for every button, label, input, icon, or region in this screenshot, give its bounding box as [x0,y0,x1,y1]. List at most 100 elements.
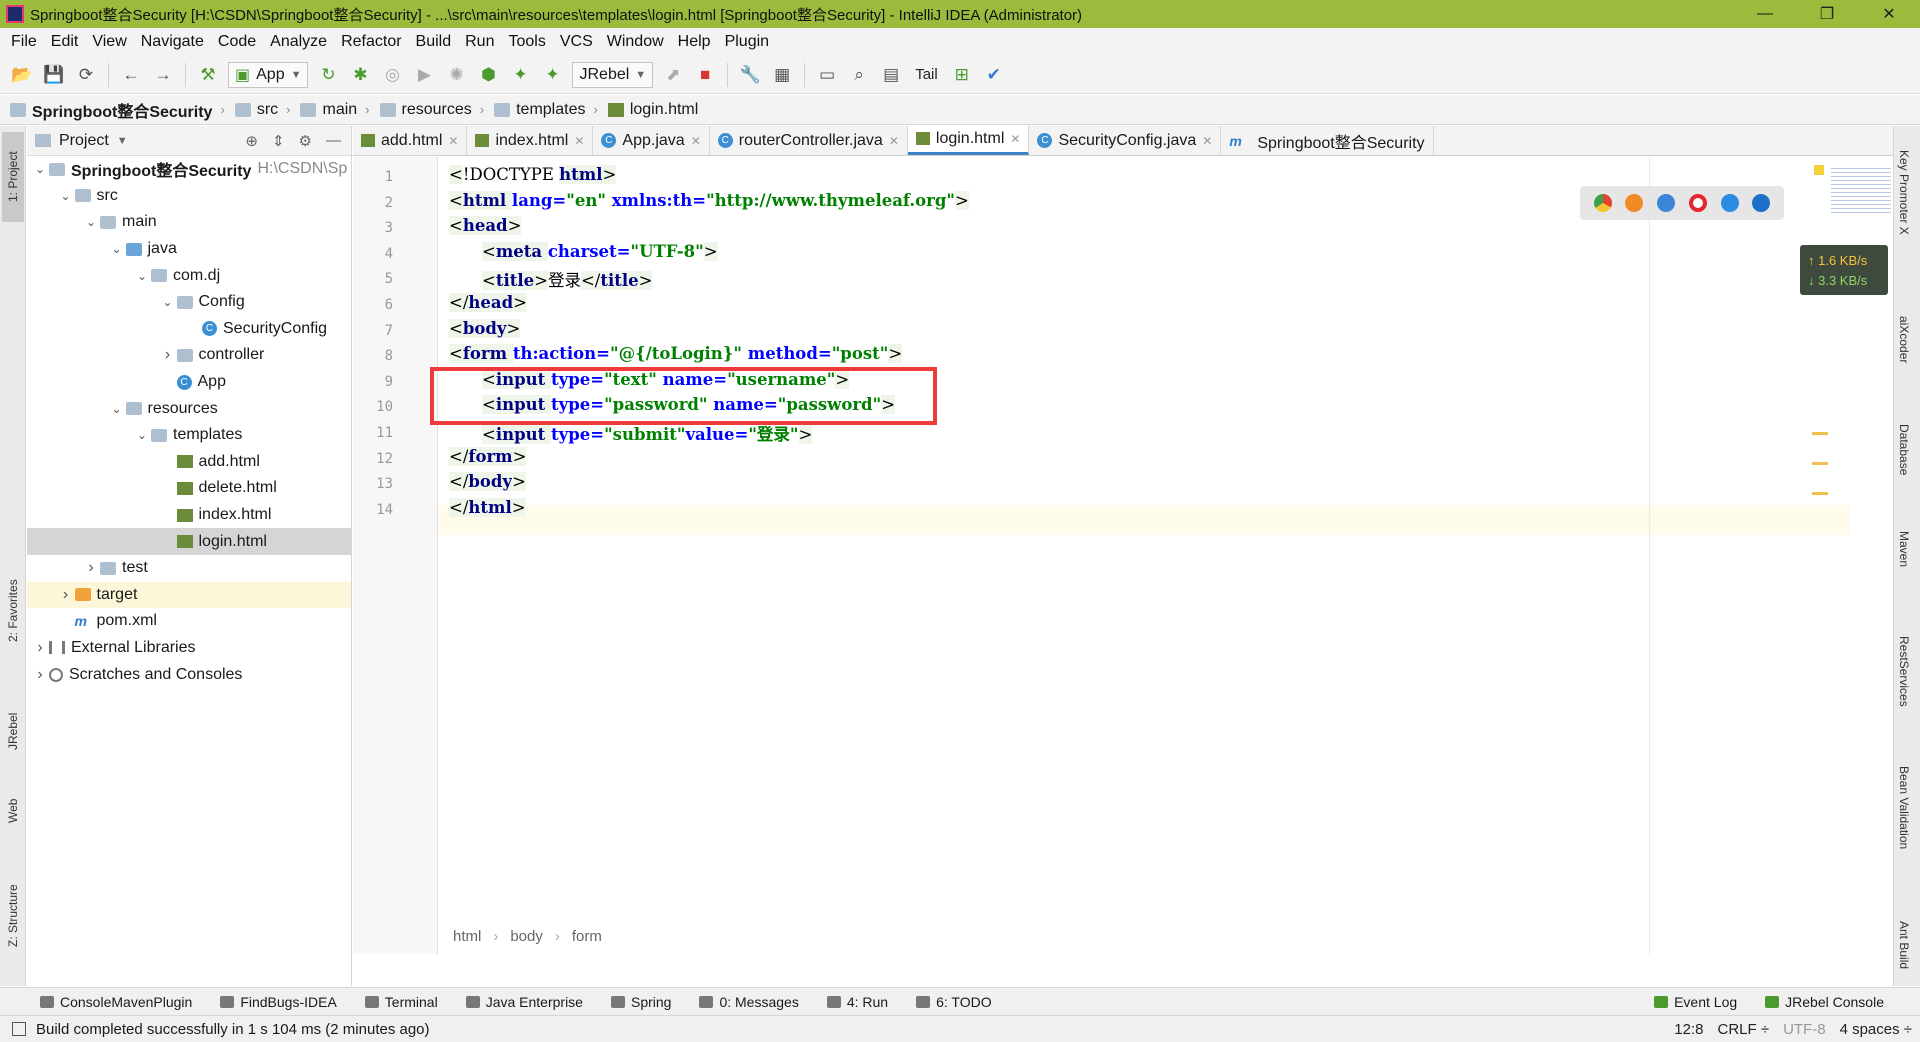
hide-icon[interactable]: — [326,132,341,150]
build-hammer-icon[interactable]: ⚒ [195,62,221,88]
minimap[interactable] [1831,165,1891,215]
expanded-arrow-icon[interactable]: ⌄ [108,402,126,416]
rerun-icon[interactable]: ↻ [315,62,341,88]
run-with-icon[interactable]: ⬢ [475,62,501,88]
expanded-arrow-icon[interactable]: ⌄ [159,295,177,309]
menu-run[interactable]: Run [465,33,494,51]
tool-tab-jrebel[interactable]: JRebel [2,696,24,766]
menu-edit[interactable]: Edit [51,33,79,51]
close-icon[interactable]: ✕ [691,134,701,148]
tree-item[interactable]: › controller [27,342,351,369]
expanded-arrow-icon[interactable]: ⌄ [133,269,151,283]
caret-position[interactable]: 12:8 [1674,1021,1703,1038]
editor-tab[interactable]: m Springboot整合Security [1221,126,1434,155]
editor-crumb-html[interactable]: html [453,928,481,945]
tree-item[interactable]: › External Libraries [27,635,351,662]
close-icon[interactable]: ✕ [1010,132,1020,146]
edge-icon[interactable] [1752,194,1771,212]
code-line[interactable]: <html lang="en" xmlns:th="http://www.thy… [449,190,969,210]
code-line[interactable]: <!DOCTYPE html> [449,165,617,184]
tree-item[interactable]: ⌄ main [27,209,351,236]
collapsed-arrow-icon[interactable]: › [82,559,100,577]
tool-tab-bean-validation[interactable]: Bean Validation [1897,766,1911,849]
expanded-arrow-icon[interactable]: ⌄ [57,189,75,203]
bottom-tab[interactable]: 0: Messages [699,994,799,1010]
code-line[interactable]: <title>登录</title> [482,267,653,291]
sync-icon[interactable]: ⟳ [73,62,99,88]
coverage-icon[interactable]: ◎ [379,62,405,88]
tree-item[interactable]: › Scratches and Consoles [27,661,351,688]
menu-view[interactable]: View [92,33,126,51]
code-line[interactable]: </html> [449,497,526,517]
breadcrumb-item[interactable]: login.html [607,101,698,119]
bottom-tab[interactable]: 6: TODO [916,994,992,1010]
wrench-icon[interactable]: 🔧 [737,62,763,88]
close-icon[interactable]: ✕ [574,134,584,148]
menu-code[interactable]: Code [218,33,256,51]
code-editor[interactable]: 1 2 3 4 5 6 7 8 9 10 11 12 13 14 <!DOCTYPE html> <html… [353,157,1893,954]
tree-item[interactable]: ⌄ java [27,236,351,263]
firefox-icon[interactable] [1625,194,1644,212]
jrebel-debug-icon[interactable]: ✦ [539,62,565,88]
menu-navigate[interactable]: Navigate [141,33,204,51]
safari-icon[interactable] [1657,194,1676,212]
bottom-tab[interactable]: Spring [610,994,671,1010]
save-all-icon[interactable]: 💾 [41,62,67,88]
bottom-tab[interactable]: ConsoleMavenPlugin [40,994,192,1010]
editor-crumb-form[interactable]: form [572,928,602,945]
tool-tab-restservices[interactable]: RestServices [1897,636,1911,707]
tree-item[interactable]: ⌄ templates [27,422,351,449]
bottom-tab[interactable]: Event Log [1654,994,1737,1010]
check-circle-icon[interactable]: ✔ [981,62,1007,88]
close-button[interactable]: ✕ [1858,0,1920,28]
terminal-icon[interactable]: ▭ [814,62,840,88]
tree-item[interactable]: ⌄ Springboot整合Security H:\CSDN\Sp [27,156,351,183]
expanded-arrow-icon[interactable]: ⌄ [133,428,151,442]
monitor-icon[interactable]: ⊞ [949,62,975,88]
code-line[interactable]: <form th:action="@{/toLogin}" method="po… [449,344,903,364]
tree-item[interactable]: ⌄ src [27,183,351,210]
menu-analyze[interactable]: Analyze [270,33,327,51]
run-config-select[interactable]: ▣ App ▼ [228,61,309,88]
tree-item[interactable]: delete.html [27,475,351,502]
close-icon[interactable]: ✕ [889,134,899,148]
tool-tab-favorites[interactable]: 2: Favorites [2,566,24,656]
profile-icon[interactable]: ✺ [443,62,469,88]
project-structure-icon[interactable]: ▦ [769,62,795,88]
minimize-button[interactable]: — [1734,0,1796,28]
debug-icon[interactable]: ✱ [347,62,373,88]
breadcrumb-item[interactable]: src › [234,101,297,119]
menu-window[interactable]: Window [607,33,664,51]
editor-tab[interactable]: C App.java ✕ [593,126,710,155]
run-icon[interactable]: ▶ [411,62,437,88]
tree-item[interactable]: C SecurityConfig [27,316,351,343]
editor-tab[interactable]: CrouterController.java ✕ [710,126,908,155]
jrebel-run-icon[interactable]: ✦ [507,62,533,88]
bottom-tab[interactable]: JRebel Console [1765,994,1884,1010]
tree-item[interactable]: › target [27,581,351,609]
expanded-arrow-icon[interactable]: ⌄ [31,162,49,176]
breadcrumb-item[interactable]: templates › [494,101,604,119]
tool-tab-maven[interactable]: Maven [1897,531,1911,567]
inspection-status-icon[interactable] [1814,165,1824,175]
tree-item[interactable]: m pom.xml [27,608,351,635]
update-icon[interactable]: ⬈ [660,62,686,88]
menu-plugin[interactable]: Plugin [725,33,769,51]
code-line[interactable]: </body> [449,472,526,492]
task-icon[interactable]: ▤ [878,62,904,88]
menu-vcs[interactable]: VCS [560,33,593,51]
chevron-down-icon[interactable]: ▼ [117,135,128,147]
line-separator[interactable]: CRLF ÷ [1717,1021,1769,1038]
editor-tab[interactable]: index.html ✕ [467,126,594,155]
editor-tab[interactable]: C SecurityConfig.java ✕ [1029,126,1222,155]
collapsed-arrow-icon[interactable]: › [159,346,177,364]
project-view-select[interactable]: Project [59,132,109,150]
tree-item[interactable]: login.html [27,528,351,555]
tree-item[interactable]: add.html [27,449,351,476]
collapsed-arrow-icon[interactable]: › [31,639,49,657]
code-line[interactable]: <body> [449,318,521,338]
tool-tab-aixcoder[interactable]: aiXcoder [1897,316,1911,363]
collapsed-arrow-icon[interactable]: › [31,666,49,684]
tool-tab-database[interactable]: Database [1897,424,1911,475]
menu-help[interactable]: Help [678,33,711,51]
